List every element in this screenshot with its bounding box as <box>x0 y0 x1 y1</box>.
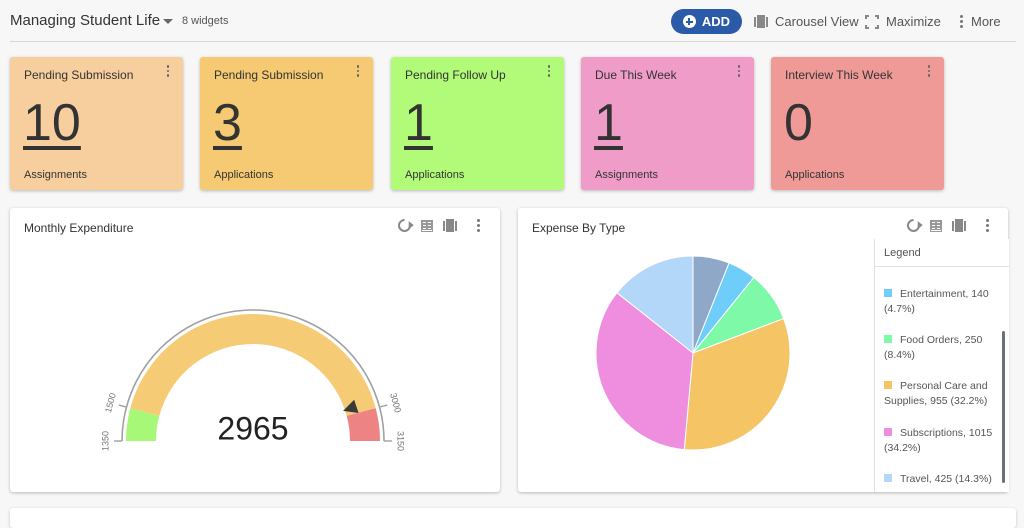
tile-more-icon[interactable] <box>736 65 742 77</box>
tile-title: Due This Week <box>595 68 677 82</box>
chart-legend: Legend Entertainment, 140 (4.7%) Food Ord… <box>874 239 1009 492</box>
legend-scrollbar[interactable] <box>1002 331 1005 483</box>
tile-more-icon[interactable] <box>355 65 361 77</box>
legend-item[interactable]: Travel, 425 (14.3%) <box>884 472 996 487</box>
legend-item[interactable]: Food Orders, 250 (8.4%) <box>884 333 996 363</box>
legend-swatch <box>884 474 892 482</box>
tile-more-icon[interactable] <box>926 65 932 77</box>
gauge-chart: 1350 1500 3000 3150 2965 <box>100 309 406 451</box>
tile-title: Interview This Week <box>785 68 893 82</box>
carousel-view-label: Carousel View <box>775 14 859 29</box>
maximize-label: Maximize <box>886 14 941 29</box>
tile-subtitle: Applications <box>405 169 465 181</box>
gauge-tick-label: 3000 <box>388 392 403 414</box>
carousel-view-button[interactable]: Carousel View <box>754 14 859 29</box>
dashboard-header: Managing Student Life 8 widgets ADD Caro… <box>10 0 1016 42</box>
summary-tile[interactable]: Pending Submission 10 Assignments <box>10 57 183 190</box>
dashboard-title[interactable]: Managing Student Life <box>10 12 160 29</box>
add-button[interactable]: ADD <box>671 9 742 34</box>
tile-subtitle: Applications <box>214 169 274 181</box>
caret-down-icon[interactable] <box>163 19 173 24</box>
legend-swatch <box>884 335 892 343</box>
gauge-tick-label: 1350 <box>100 431 110 451</box>
legend-item[interactable]: Subscriptions, 1015 (34.2%) <box>884 426 996 456</box>
gauge-value: 2965 <box>217 410 288 446</box>
legend-item[interactable]: Personal Care and Supplies, 955 (32.2%) <box>884 379 996 409</box>
maximize-button[interactable]: Maximize <box>865 14 941 29</box>
widget-toolbar <box>904 216 990 235</box>
legend-list[interactable]: Entertainment, 140 (4.7%) Food Orders, 25… <box>875 268 1003 492</box>
tile-value[interactable]: 1 <box>594 97 623 149</box>
next-widget-row <box>10 508 1016 528</box>
legend-label: Travel, 425 (14.3%) <box>900 473 992 485</box>
tile-value[interactable]: 3 <box>213 97 242 149</box>
tile-subtitle: Applications <box>785 169 845 181</box>
tile-value[interactable]: 10 <box>23 97 81 149</box>
widget-more-icon[interactable] <box>984 219 990 232</box>
table-view-icon[interactable] <box>930 219 942 232</box>
monthly-expenditure-widget: Monthly Expenditure 1350 1500 3000 3150 2965 <box>10 208 500 492</box>
tile-subtitle: Assignments <box>595 169 658 181</box>
carousel-icon[interactable] <box>952 219 966 232</box>
legend-swatch <box>884 289 892 297</box>
tile-value: 0 <box>784 94 813 152</box>
tile-title: Pending Submission <box>214 68 324 82</box>
summary-tile[interactable]: Pending Submission 3 Applications <box>200 57 373 190</box>
legend-swatch <box>884 381 892 389</box>
tile-value[interactable]: 1 <box>404 97 433 149</box>
more-label: More <box>971 14 1001 29</box>
gauge-tick <box>379 404 388 408</box>
carousel-icon <box>754 15 768 28</box>
gauge-tick-label: 3150 <box>396 431 406 451</box>
legend-item[interactable]: Entertainment, 140 (4.7%) <box>884 287 996 317</box>
legend-label: Subscriptions, 1015 (34.2%) <box>884 427 993 454</box>
tile-more-icon[interactable] <box>546 65 552 77</box>
legend-swatch <box>884 428 892 436</box>
expense-by-type-widget: Expense By Type Legend Entertainment, 14… <box>518 208 1009 492</box>
plus-circle-icon <box>682 15 696 28</box>
more-button[interactable]: More <box>958 14 1001 29</box>
gauge-tick <box>118 404 127 408</box>
summary-tile[interactable]: Pending Follow Up 1 Applications <box>391 57 564 190</box>
legend-title: Legend <box>875 239 1009 267</box>
summary-tile[interactable]: Interview This Week 0 Applications <box>771 57 944 190</box>
refresh-icon[interactable] <box>904 216 923 235</box>
legend-label: Food Orders, 250 (8.4%) <box>884 334 983 361</box>
tile-title: Pending Submission <box>24 68 134 82</box>
summary-tile[interactable]: Due This Week 1 Assignments <box>581 57 754 190</box>
add-button-label: ADD <box>701 14 731 29</box>
gauge-tick-label: 1500 <box>103 392 118 414</box>
more-vertical-icon <box>958 15 964 28</box>
legend-label: Personal Care and Supplies, 955 (32.2%) <box>884 380 988 407</box>
pie-chart <box>595 255 791 451</box>
gauge-band <box>130 313 376 416</box>
tile-title: Pending Follow Up <box>405 68 506 82</box>
widget-count: 8 widgets <box>182 15 229 27</box>
tile-more-icon[interactable] <box>165 65 171 77</box>
legend-label: Entertainment, 140 (4.7%) <box>884 288 989 315</box>
tile-subtitle: Assignments <box>24 169 87 181</box>
maximize-icon <box>865 14 879 29</box>
